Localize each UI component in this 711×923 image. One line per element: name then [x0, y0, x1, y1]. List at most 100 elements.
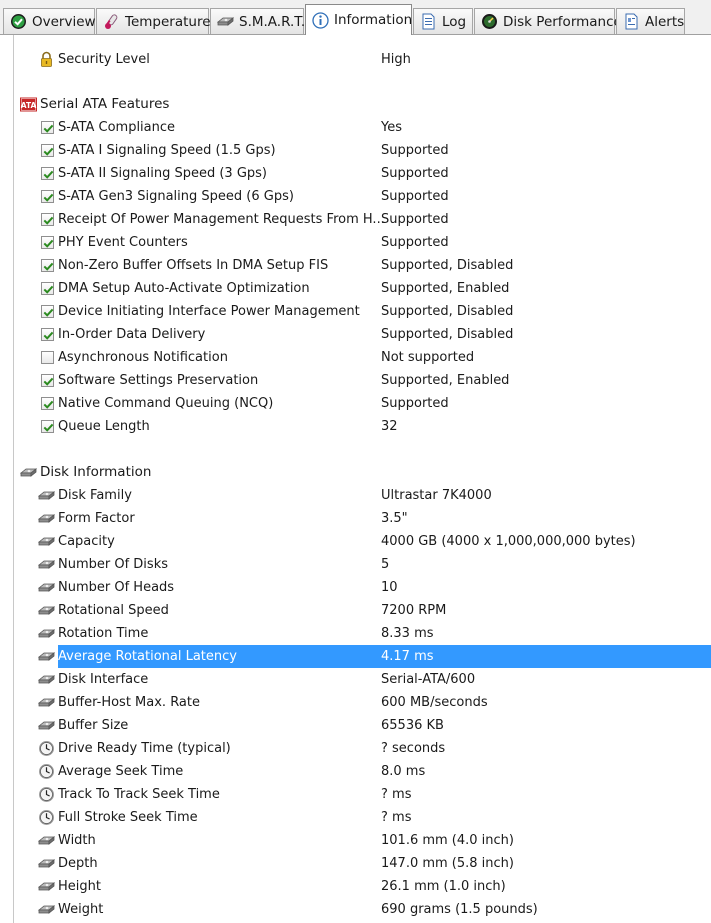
row-security-level[interactable]: Security Level High — [0, 48, 711, 71]
disk-info-item[interactable]: Full Stroke Seek Time ? ms — [0, 806, 711, 829]
svg-text:ATA: ATA — [21, 101, 37, 110]
sata-item[interactable]: Native Command Queuing (NCQ) Supported — [0, 392, 711, 415]
field-label: Security Level — [58, 52, 150, 67]
tab-log[interactable]: Log — [413, 8, 473, 34]
field-value: Supported — [381, 143, 449, 158]
sata-item[interactable]: Asynchronous Notification Not supported — [0, 346, 711, 369]
tab-s-m-a-r-t[interactable]: S.M.A.R.T. — [210, 8, 306, 34]
clock-icon — [39, 741, 54, 756]
field-label: In-Order Data Delivery — [58, 327, 206, 342]
field-label: S-ATA Gen3 Signaling Speed (6 Gps) — [58, 189, 294, 204]
tab-information[interactable]: Information — [305, 4, 412, 35]
field-label: S-ATA II Signaling Speed (3 Gps) — [58, 166, 267, 181]
sata-item[interactable]: S-ATA Gen3 Signaling Speed (6 Gps) Suppor… — [0, 185, 711, 208]
checkbox-checked[interactable] — [41, 213, 54, 226]
sata-item[interactable]: DMA Setup Auto-Activate Optimization Supp… — [0, 277, 711, 300]
section-disk-information[interactable]: Disk Information — [0, 461, 711, 484]
sata-item[interactable]: Non-Zero Buffer Offsets In DMA Setup FIS… — [0, 254, 711, 277]
disk-info-item[interactable]: Rotation Time 8.33 ms — [0, 622, 711, 645]
field-value: Supported — [381, 235, 449, 250]
field-label: S-ATA Compliance — [58, 120, 176, 135]
disk-info-item[interactable]: Form Factor 3.5" — [0, 507, 711, 530]
tab-alerts[interactable]: Alerts — [616, 8, 685, 34]
checkbox-unchecked[interactable] — [41, 351, 54, 364]
field-value: Supported — [381, 189, 449, 204]
disk-info-item[interactable]: Weight 690 grams (1.5 pounds) — [0, 898, 711, 921]
disk-info-item[interactable]: Depth 147.0 mm (5.8 inch) — [0, 852, 711, 875]
disk-info-item[interactable]: Average Seek Time 8.0 ms — [0, 760, 711, 783]
field-value: Not supported — [381, 350, 475, 365]
sata-item[interactable]: S-ATA II Signaling Speed (3 Gps) Supporte… — [0, 162, 711, 185]
checkbox-checked[interactable] — [41, 190, 54, 203]
checkbox-checked[interactable] — [41, 328, 54, 341]
disk-info-item[interactable]: Track To Track Seek Time ? ms — [0, 783, 711, 806]
field-value: Ultrastar 7K4000 — [381, 488, 492, 503]
checkbox-checked[interactable] — [41, 259, 54, 272]
checkbox-checked[interactable] — [41, 374, 54, 387]
field-value: 65536 KB — [381, 718, 444, 733]
tab-label: Information — [334, 12, 413, 28]
sata-item[interactable]: In-Order Data Delivery Supported, Disable… — [0, 323, 711, 346]
tab-temperature[interactable]: Temperature — [96, 8, 211, 34]
field-value: 3.5" — [381, 511, 408, 526]
tab-label: S.M.A.R.T. — [239, 13, 306, 30]
disk-info-item[interactable]: Number Of Disks 5 — [0, 553, 711, 576]
sata-item[interactable]: S-ATA I Signaling Speed (1.5 Gps) Support… — [0, 139, 711, 162]
section-serial-ata-features[interactable]: ATA Serial ATA Features — [0, 93, 711, 116]
disk-info-item[interactable]: Average Rotational Latency 4.17 ms — [0, 645, 711, 668]
disk-info-item[interactable]: Disk Interface Serial-ATA/600 — [0, 668, 711, 691]
field-label: Disk Interface — [58, 672, 149, 687]
checkbox-checked[interactable] — [41, 420, 54, 433]
checkbox-checked[interactable] — [41, 305, 54, 318]
disk-icon — [38, 675, 55, 684]
field-value: Yes — [381, 120, 402, 135]
tab-label: Log — [442, 13, 467, 30]
field-value: Supported — [381, 396, 449, 411]
sata-item[interactable]: Receipt Of Power Management Requests Fro… — [0, 208, 711, 231]
disk-icon — [38, 514, 55, 523]
field-label: Width — [58, 833, 96, 848]
checkbox-checked[interactable] — [41, 397, 54, 410]
disk-info-item[interactable]: Number Of Heads 10 — [0, 576, 711, 599]
checkbox-checked[interactable] — [41, 121, 54, 134]
clock-icon — [39, 810, 54, 825]
checkbox-checked[interactable] — [41, 144, 54, 157]
disk-icon — [217, 17, 234, 26]
sata-item[interactable]: Queue Length 32 — [0, 415, 711, 438]
disk-info-item[interactable]: Drive Ready Time (typical) ? seconds — [0, 737, 711, 760]
sata-item[interactable]: PHY Event Counters Supported — [0, 231, 711, 254]
disk-info-item[interactable]: Rotational Speed 7200 RPM — [0, 599, 711, 622]
field-label: Receipt Of Power Management Requests Fro… — [58, 212, 385, 227]
sata-item[interactable]: Device Initiating Interface Power Manage… — [0, 300, 711, 323]
tab-disk-performance[interactable]: Disk Performance — [474, 8, 622, 34]
tab-overview[interactable]: Overview — [3, 8, 96, 34]
padlock-icon — [41, 51, 52, 67]
field-label: Drive Ready Time (typical) — [58, 741, 231, 756]
checkbox-checked[interactable] — [41, 236, 54, 249]
disk-info-item[interactable]: Width 101.6 mm (4.0 inch) — [0, 829, 711, 852]
disk-icon — [38, 836, 55, 845]
clock-icon — [39, 764, 54, 779]
disk-icon — [38, 905, 55, 914]
disk-icon — [38, 721, 55, 730]
field-label: Number Of Disks — [58, 557, 168, 572]
disk-info-item[interactable]: Buffer-Host Max. Rate 600 MB/seconds — [0, 691, 711, 714]
field-label: Disk Family — [58, 488, 132, 503]
disk-info-item[interactable]: Height 26.1 mm (1.0 inch) — [0, 875, 711, 898]
checkbox-checked[interactable] — [41, 167, 54, 180]
field-label: Full Stroke Seek Time — [58, 810, 198, 825]
field-value: Serial-ATA/600 — [381, 672, 476, 687]
field-value: 4000 GB (4000 x 1,000,000,000 bytes) — [381, 534, 636, 549]
alert-document-icon — [625, 13, 638, 30]
sata-item[interactable]: Software Settings Preservation Supported,… — [0, 369, 711, 392]
sata-item[interactable]: S-ATA Compliance Yes — [0, 116, 711, 139]
field-label: Weight — [58, 902, 104, 917]
disk-info-item[interactable]: Buffer Size 65536 KB — [0, 714, 711, 737]
disk-info-item[interactable]: Disk Family Ultrastar 7K4000 — [0, 484, 711, 507]
checkbox-checked[interactable] — [41, 282, 54, 295]
disk-info-item[interactable]: Capacity 4000 GB (4000 x 1,000,000,000 by… — [0, 530, 711, 553]
field-value: 7200 RPM — [381, 603, 447, 618]
disk-icon — [38, 882, 55, 891]
field-label: Asynchronous Notification — [58, 350, 228, 365]
disk-icon — [38, 606, 55, 615]
